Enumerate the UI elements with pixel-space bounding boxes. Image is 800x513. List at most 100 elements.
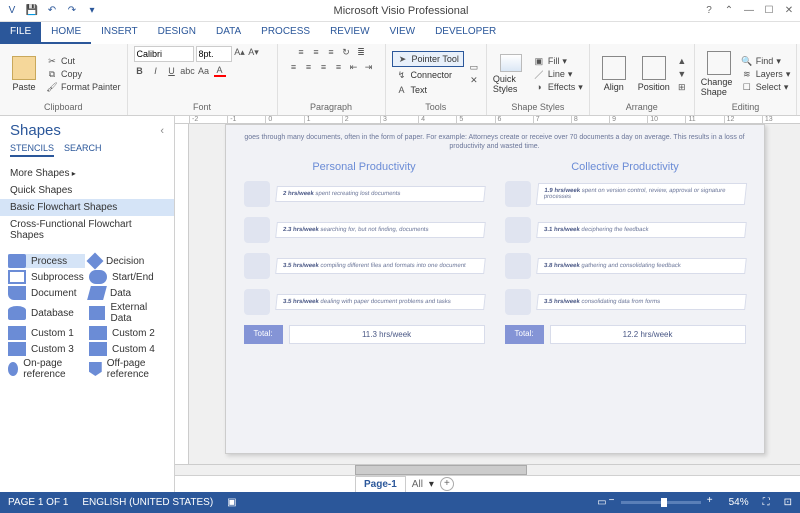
tab-file[interactable]: FILE: [0, 22, 41, 44]
align-right-icon[interactable]: ≡: [318, 61, 330, 73]
freeform-tool-icon[interactable]: ✕: [468, 75, 480, 87]
shape-data[interactable]: Data: [89, 286, 166, 300]
shape-startend[interactable]: Start/End: [89, 270, 166, 284]
bring-front-icon[interactable]: ▲: [676, 55, 688, 67]
align-top-icon[interactable]: ≡: [295, 46, 307, 58]
fit-page-icon[interactable]: ⛶: [763, 497, 770, 508]
font-size-select[interactable]: [196, 46, 232, 62]
stencils-tab[interactable]: STENCILS: [10, 143, 54, 157]
undo-icon[interactable]: ↶: [44, 3, 60, 19]
shape-custom1[interactable]: Custom 1: [8, 326, 85, 340]
indent-inc-icon[interactable]: ⇥: [363, 61, 375, 73]
grow-font-icon[interactable]: A▴: [234, 46, 246, 58]
cut-button[interactable]: ✂Cut: [46, 55, 121, 67]
stencil-quick-shapes[interactable]: Quick Shapes: [0, 182, 174, 199]
zoom-level[interactable]: 54%: [729, 497, 749, 508]
tab-home[interactable]: HOME: [41, 22, 91, 44]
tab-insert[interactable]: INSERT: [91, 22, 148, 44]
pan-zoom-icon[interactable]: ⊡: [784, 497, 792, 508]
collapse-panel-icon[interactable]: ‹: [160, 125, 164, 137]
language-indicator[interactable]: ENGLISH (UNITED STATES): [82, 497, 213, 508]
stencil-basic-flowchart[interactable]: Basic Flowchart Shapes: [0, 199, 174, 216]
qat-customize-icon[interactable]: ▾: [84, 3, 100, 19]
font-color-button[interactable]: A: [214, 65, 226, 77]
paste-button[interactable]: Paste: [6, 56, 42, 92]
shape-custom4[interactable]: Custom 4: [89, 342, 166, 356]
effects-button[interactable]: ◑Effects▾: [533, 81, 583, 93]
zoom-slider[interactable]: [621, 501, 701, 504]
format-painter-button[interactable]: 🖌Format Painter: [46, 81, 121, 93]
quick-styles-button[interactable]: Quick Styles: [493, 54, 529, 94]
rectangle-tool-icon[interactable]: ▭: [468, 62, 480, 74]
pointer-tool-button[interactable]: ➤Pointer Tool: [392, 51, 464, 67]
shape-offpage-ref[interactable]: Off-page reference: [89, 358, 166, 380]
search-tab[interactable]: SEARCH: [64, 143, 102, 157]
tab-review[interactable]: REVIEW: [320, 22, 379, 44]
position-button[interactable]: Position: [636, 56, 672, 92]
select-button[interactable]: ☐Select▾: [741, 81, 791, 93]
group-icon[interactable]: ⊞: [676, 81, 688, 93]
shrink-font-icon[interactable]: A▾: [248, 46, 260, 58]
canvas[interactable]: goes through many documents, often in th…: [189, 124, 800, 464]
shape-decision[interactable]: Decision: [89, 254, 166, 268]
shape-onpage-ref[interactable]: On-page reference: [8, 358, 85, 380]
copy-button[interactable]: ⧉Copy: [46, 68, 121, 80]
page-indicator[interactable]: PAGE 1 OF 1: [8, 497, 68, 508]
chevron-down-icon[interactable]: ▾: [429, 479, 434, 490]
shape-custom2[interactable]: Custom 2: [89, 326, 166, 340]
orientation-icon[interactable]: ↻: [340, 46, 352, 58]
drawing-page[interactable]: goes through many documents, often in th…: [225, 124, 765, 454]
change-shape-button[interactable]: Change Shape: [701, 51, 737, 97]
font-family-select[interactable]: [134, 46, 194, 62]
bold-button[interactable]: B: [134, 65, 146, 77]
align-center-icon[interactable]: ≡: [303, 61, 315, 73]
macro-recording-icon[interactable]: ▣: [227, 497, 236, 508]
fill-button[interactable]: ▣Fill▾: [533, 55, 583, 67]
tab-process[interactable]: PROCESS: [251, 22, 320, 44]
shape-external-data[interactable]: External Data: [89, 302, 166, 324]
send-back-icon[interactable]: ▼: [676, 68, 688, 80]
group-clipboard: Paste ✂Cut ⧉Copy 🖌Format Painter Clipboa…: [0, 44, 128, 115]
underline-button[interactable]: U: [166, 65, 178, 77]
tab-developer[interactable]: DEVELOPER: [425, 22, 506, 44]
text-tool-button[interactable]: AText: [392, 83, 464, 97]
tab-data[interactable]: DATA: [206, 22, 251, 44]
page-tab-1[interactable]: Page-1: [355, 476, 406, 492]
select-icon: ☐: [741, 81, 753, 93]
stencil-more-shapes[interactable]: More Shapes: [0, 165, 174, 182]
align-middle-icon[interactable]: ≡: [310, 46, 322, 58]
align-left-icon[interactable]: ≡: [288, 61, 300, 73]
help-icon[interactable]: ?: [702, 4, 716, 18]
horizontal-scrollbar[interactable]: [175, 464, 800, 475]
presentation-mode-icon[interactable]: ▭: [597, 497, 606, 508]
shape-process[interactable]: Process: [8, 254, 85, 268]
minimize-button[interactable]: —: [742, 4, 756, 18]
line-button[interactable]: ／Line▾: [533, 68, 583, 80]
align-button[interactable]: Align: [596, 56, 632, 92]
save-icon[interactable]: 💾: [24, 3, 40, 19]
shape-subprocess[interactable]: Subprocess: [8, 270, 85, 284]
strike-button[interactable]: abc: [182, 65, 194, 77]
justify-icon[interactable]: ≡: [333, 61, 345, 73]
shape-custom3[interactable]: Custom 3: [8, 342, 85, 356]
page-tab-all[interactable]: All: [412, 479, 423, 490]
italic-button[interactable]: I: [150, 65, 162, 77]
maximize-button[interactable]: ☐: [762, 4, 776, 18]
align-bottom-icon[interactable]: ≡: [325, 46, 337, 58]
tab-design[interactable]: DESIGN: [148, 22, 206, 44]
tab-view[interactable]: VIEW: [380, 22, 426, 44]
find-button[interactable]: 🔍Find▾: [741, 55, 791, 67]
ribbon-collapse-icon[interactable]: ⌃: [722, 4, 736, 18]
bullets-icon[interactable]: ≣: [355, 46, 367, 58]
text-effects-button[interactable]: Aa: [198, 65, 210, 77]
connector-tool-button[interactable]: ↯Connector: [392, 68, 464, 82]
indent-dec-icon[interactable]: ⇤: [348, 61, 360, 73]
shape-database[interactable]: Database: [8, 302, 85, 324]
add-page-button[interactable]: +: [440, 477, 454, 491]
close-button[interactable]: ✕: [782, 4, 796, 18]
stencil-cross-functional[interactable]: Cross-Functional Flowchart Shapes: [0, 216, 174, 244]
shape-document[interactable]: Document: [8, 286, 85, 300]
redo-icon[interactable]: ↷: [64, 3, 80, 19]
layers-button[interactable]: ≋Layers▾: [741, 68, 791, 80]
shapes-title: Shapes: [10, 122, 61, 139]
